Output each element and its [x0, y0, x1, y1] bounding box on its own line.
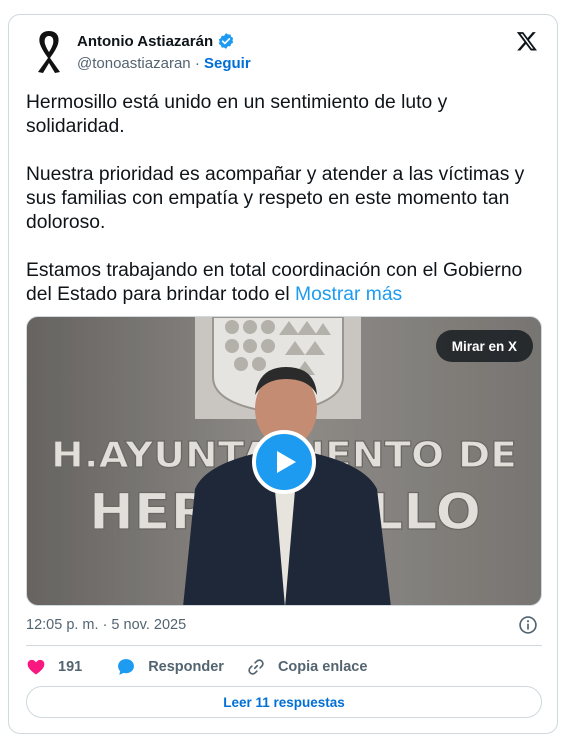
post-timestamp[interactable]: 12:05 p. m. · 5 nov. 2025 [26, 617, 186, 633]
author-name-text[interactable]: Antonio Astiazarán [77, 33, 213, 50]
watch-on-x-button[interactable]: Mirar en X [435, 330, 533, 362]
post-header: Antonio Astiazarán @tonoastiazaran · Seg… [9, 15, 557, 85]
post-body: Hermosillo está unido en un sentimiento … [26, 92, 525, 305]
author-name[interactable]: Antonio Astiazarán [77, 32, 235, 50]
x-logo-icon[interactable] [516, 30, 538, 52]
play-button[interactable] [252, 430, 316, 494]
post-text: Hermosillo está unido en un sentimiento … [26, 91, 546, 307]
info-icon[interactable] [518, 615, 538, 635]
mourning-ribbon-icon[interactable] [31, 27, 67, 75]
reply-button[interactable]: Responder [116, 657, 224, 677]
video-media[interactable]: H.AYUNTAMIENTO DE HERMOSILLO Mirar en X [26, 316, 542, 606]
play-icon [277, 451, 296, 473]
follow-link[interactable]: Seguir [204, 55, 251, 72]
link-icon [248, 659, 264, 675]
read-replies-button[interactable]: Leer 11 respuestas [26, 686, 542, 718]
heart-icon [27, 659, 45, 675]
like-count: 191 [58, 659, 83, 675]
copy-link-label: Copia enlace [277, 659, 368, 675]
author-handle[interactable]: @tonoastiazaran [77, 55, 191, 72]
copy-link-button[interactable]: Copia enlace [246, 657, 367, 677]
verified-badge-icon [219, 33, 234, 49]
embedded-post-card: Antonio Astiazarán @tonoastiazaran · Seg… [8, 14, 558, 734]
meta-separator: · [194, 55, 200, 72]
show-more-link[interactable]: Mostrar más [295, 284, 402, 305]
reply-bubble-icon [118, 659, 135, 675]
divider [26, 645, 542, 646]
like-button[interactable]: 191 [26, 657, 82, 677]
author-meta: @tonoastiazaran · Seguir [77, 55, 251, 72]
reply-label: Responder [148, 659, 224, 675]
action-bar: 191 Responder Copia enlace [26, 655, 367, 679]
